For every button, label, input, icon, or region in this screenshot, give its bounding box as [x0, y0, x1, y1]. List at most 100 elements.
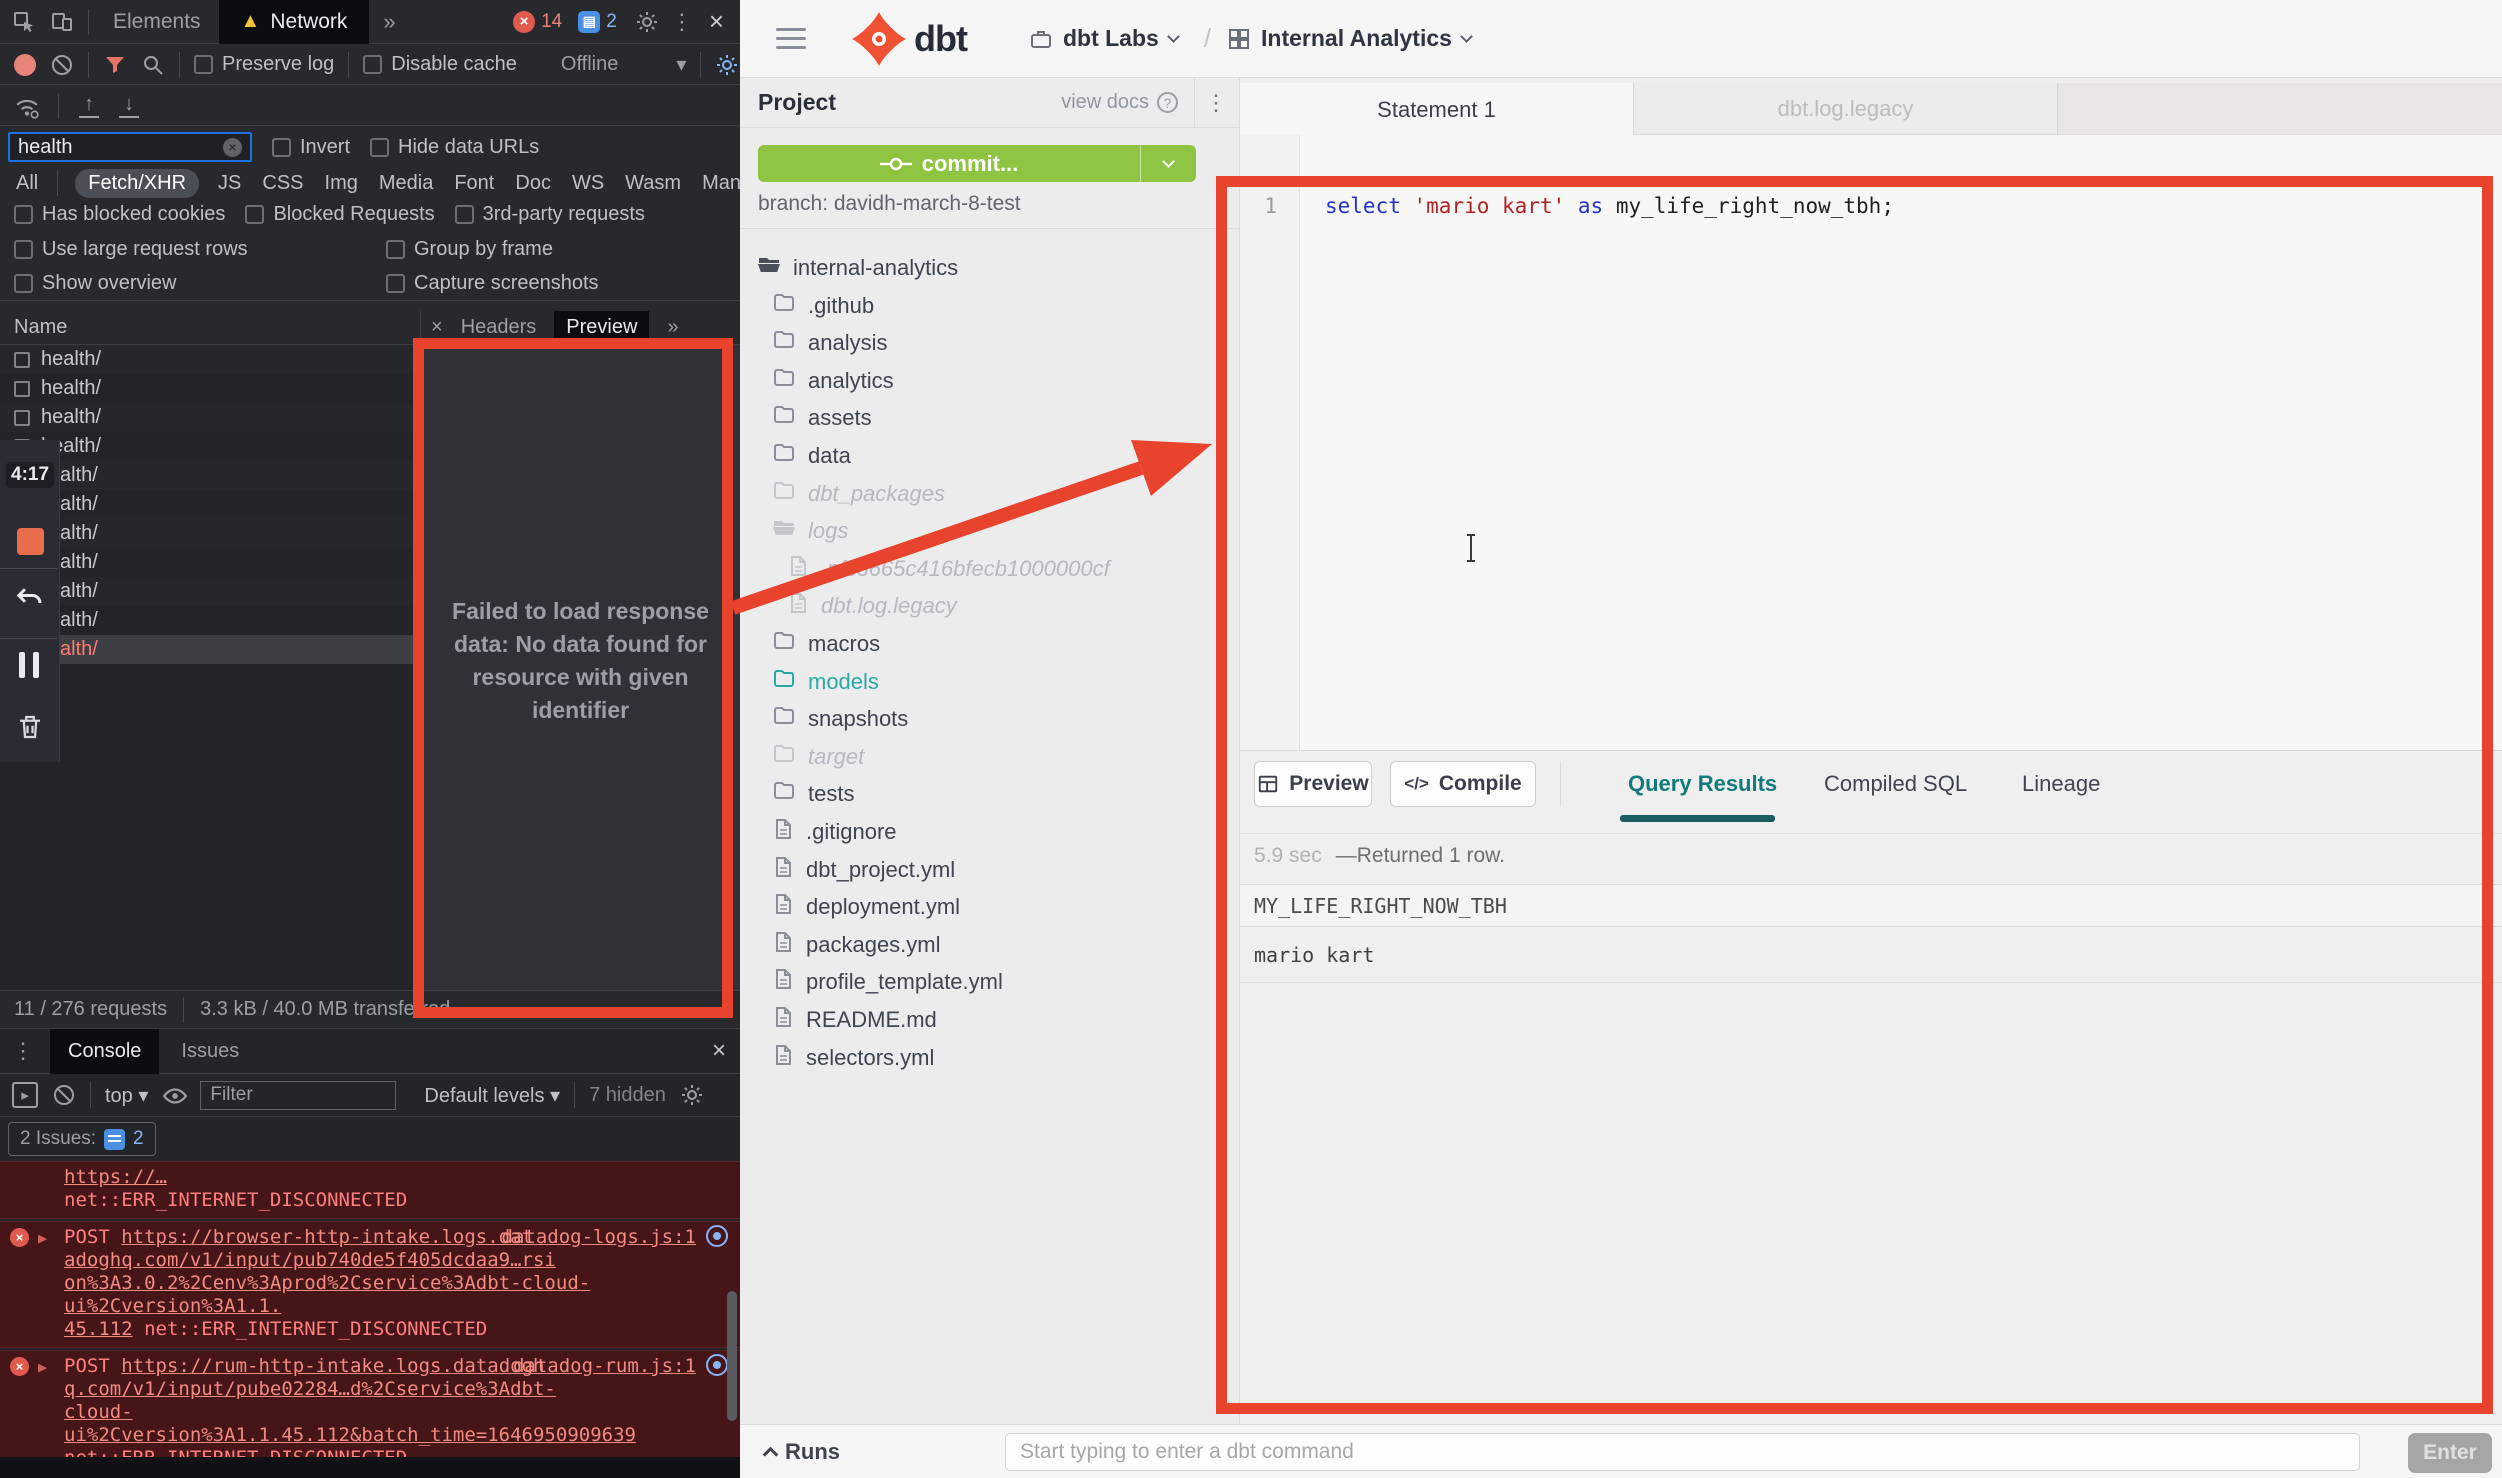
tab-issues[interactable]: Issues	[163, 1029, 257, 1074]
error-url[interactable]: cloud-ui%2Cversion%3A1.1.45.112&batch_ti…	[64, 1401, 636, 1446]
tree-item--nfs3665c416bfecb1000000cf[interactable]: .nfs3665c416bfecb1000000cf	[786, 550, 1110, 588]
project-switcher[interactable]: Internal Analytics	[1227, 25, 1471, 52]
dbt-command-input[interactable]: Start typing to enter a dbt command	[1005, 1433, 2360, 1471]
3rd-party-requests-checkbox[interactable]: 3rd-party requests	[455, 203, 645, 226]
device-toolbar-icon[interactable]	[50, 10, 74, 34]
type-filter-doc[interactable]: Doc	[513, 170, 553, 197]
more-detail-tabs-icon[interactable]: »	[655, 316, 690, 339]
expand-icon[interactable]: ▶	[38, 1227, 47, 1250]
request-row[interactable]: alth/	[0, 519, 420, 548]
console-scrollbar[interactable]	[727, 1291, 737, 1421]
inspect-icon[interactable]	[12, 10, 36, 34]
type-filter-js[interactable]: JS	[216, 170, 243, 197]
delete-recording-button[interactable]	[15, 712, 45, 748]
disable-cache-checkbox[interactable]: Disable cache	[363, 53, 517, 76]
editor-tab-dbt-log-legacy[interactable]: dbt.log.legacy	[1634, 83, 2058, 134]
hide-data-urls-checkbox[interactable]: Hide data URLs	[370, 136, 539, 159]
context-select[interactable]: top ▾	[105, 1083, 148, 1108]
devtools-menu-icon[interactable]: ⋮	[659, 9, 705, 35]
tab-network[interactable]: ▲ Network	[219, 0, 370, 44]
account-switcher[interactable]: dbt Labs	[1029, 25, 1178, 52]
import-har-icon[interactable]: ↑	[79, 94, 99, 118]
request-row[interactable]: health/	[0, 403, 420, 432]
undo-icon[interactable]	[15, 583, 45, 619]
issue-count-badge[interactable]: ▤ 2	[578, 11, 617, 33]
network-conditions-gear-icon[interactable]	[715, 53, 739, 77]
tree-item-readme-md[interactable]: README.md	[771, 1001, 937, 1039]
invert-checkbox[interactable]: Invert	[272, 136, 350, 159]
error-url[interactable]: 45.112	[64, 1318, 133, 1340]
type-filter-css[interactable]: CSS	[260, 170, 305, 197]
tree-item--github[interactable]: .github	[771, 287, 874, 325]
error-url[interactable]: https://rum-http-intake.logs.datadogh	[121, 1355, 544, 1377]
devtools-close-icon[interactable]: ×	[709, 6, 724, 37]
view-docs-link[interactable]: view docs ?	[1061, 91, 1178, 114]
error-url[interactable]: https://…	[64, 1166, 167, 1188]
commit-dropdown[interactable]	[1140, 145, 1196, 182]
filter-funnel-icon[interactable]	[103, 53, 127, 77]
error-source-link[interactable]: datadog-rum.js:1	[513, 1355, 696, 1378]
type-filter-img[interactable]: Img	[323, 170, 360, 197]
runs-toggle[interactable]: Runs	[765, 1439, 840, 1465]
type-filter-ws[interactable]: WS	[570, 170, 606, 197]
request-row[interactable]: alth/	[0, 490, 420, 519]
throttling-select[interactable]: Offline	[561, 53, 618, 76]
close-detail-icon[interactable]: ×	[431, 316, 443, 339]
tab-console[interactable]: Console	[50, 1029, 159, 1074]
request-row[interactable]: health/	[0, 374, 420, 403]
tree-item-deployment-yml[interactable]: deployment.yml	[771, 888, 960, 926]
tree-item-models[interactable]: models	[771, 663, 879, 701]
request-row[interactable]: alth/	[0, 548, 420, 577]
tree-item-dbt-log-legacy[interactable]: dbt.log.legacy	[786, 587, 957, 625]
console-error[interactable]: ×▶datadog-logs.js:1POST https://browser-…	[0, 1221, 740, 1348]
tree-item-profile-template-yml[interactable]: profile_template.yml	[771, 963, 1003, 1001]
type-filter-wasm[interactable]: Wasm	[623, 170, 683, 197]
live-expression-eye-icon[interactable]	[162, 1083, 186, 1107]
help-icon[interactable]: ?	[1157, 92, 1178, 113]
settings-gear-icon[interactable]	[635, 10, 659, 34]
name-column-header[interactable]: Name	[0, 311, 420, 345]
compile-button[interactable]: </> Compile	[1390, 761, 1536, 807]
request-row[interactable]: alth/	[0, 577, 420, 606]
error-url[interactable]: on%3A3.0.2%2Cenv%3Aprod%2Cservice%3Adbt-…	[64, 1272, 590, 1317]
tree-item-internal-analytics[interactable]: internal-analytics	[756, 249, 958, 287]
enter-button[interactable]: Enter	[2408, 1433, 2492, 1473]
group-by-frame-checkbox[interactable]: Group by frame	[386, 238, 553, 261]
throttling-wifi-icon[interactable]	[14, 94, 38, 118]
has-blocked-cookies-checkbox[interactable]: Has blocked cookies	[14, 203, 225, 226]
type-filter-fetch-xhr[interactable]: Fetch/XHR	[75, 169, 199, 198]
commit-button[interactable]: commit...	[758, 145, 1196, 182]
tab-preview[interactable]: Preview	[554, 311, 649, 345]
request-row[interactable]: alth/	[0, 461, 420, 490]
tree-item-tests[interactable]: tests	[771, 775, 854, 813]
issues-pill[interactable]: 2 Issues: 2	[8, 1122, 156, 1156]
error-url[interactable]: adoghq.com/v1/input/pub740de5f405dcdaa9……	[64, 1249, 556, 1271]
export-har-icon[interactable]: ↓	[119, 94, 139, 118]
type-filter-font[interactable]: Font	[452, 170, 496, 197]
pause-recording-button[interactable]	[19, 652, 39, 678]
results-row[interactable]: mario kart	[1240, 927, 2502, 983]
request-row[interactable]: health/	[0, 345, 420, 374]
console-error[interactable]: https://…net::ERR_INTERNET_DISCONNECTED	[0, 1161, 740, 1219]
tab-query-results[interactable]: Query Results	[1628, 771, 1777, 797]
tree-item-analysis[interactable]: analysis	[771, 324, 887, 362]
request-row[interactable]: health/	[0, 432, 420, 461]
console-filter-input[interactable]: Filter	[200, 1081, 396, 1110]
tree-item-logs[interactable]: logs	[771, 512, 848, 550]
tab-headers[interactable]: Headers	[449, 316, 549, 339]
hamburger-menu-icon[interactable]	[776, 28, 806, 49]
editor-tab-statement-1[interactable]: Statement 1	[1240, 83, 1634, 136]
console-close-icon[interactable]: ×	[712, 1037, 726, 1065]
request-row[interactable]: alth/	[0, 635, 420, 664]
tree-item-packages-yml[interactable]: packages.yml	[771, 926, 941, 964]
error-source-link[interactable]: datadog-logs.js:1	[502, 1226, 696, 1249]
stop-recording-button[interactable]	[17, 528, 44, 555]
record-icon[interactable]	[14, 54, 36, 76]
tree-item-macros[interactable]: macros	[771, 625, 880, 663]
tree-item-snapshots[interactable]: snapshots	[771, 700, 908, 738]
tree-item-dbt-project-yml[interactable]: dbt_project.yml	[771, 851, 955, 889]
chevron-down-icon[interactable]: ▾	[676, 52, 686, 77]
request-row[interactable]: alth/	[0, 606, 420, 635]
error-url[interactable]: https://browser-http-intake.logs.dat	[121, 1226, 533, 1248]
clear-icon[interactable]	[50, 53, 74, 77]
